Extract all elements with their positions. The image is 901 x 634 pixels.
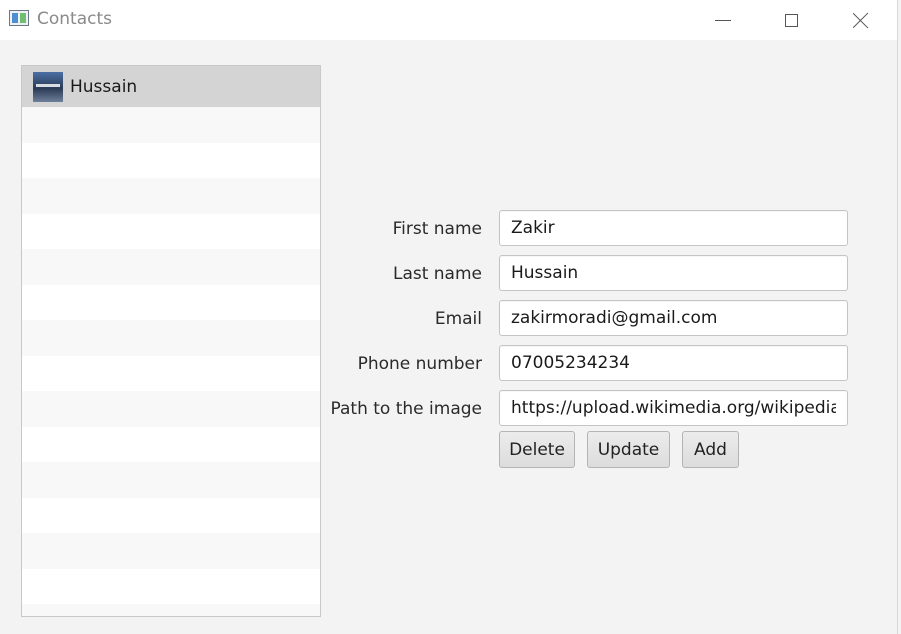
- empty-list-row: [22, 462, 320, 498]
- last-name-field[interactable]: [499, 255, 848, 291]
- empty-list-row: [22, 178, 320, 214]
- contacts-list[interactable]: Hussain: [21, 65, 321, 617]
- contact-name: Hussain: [70, 76, 138, 97]
- update-button[interactable]: Update: [587, 431, 670, 468]
- empty-list-row: [22, 426, 320, 462]
- empty-list-row: [22, 249, 320, 285]
- empty-list-row: [22, 391, 320, 427]
- window-title: Contacts: [37, 9, 112, 29]
- empty-list-row: [22, 284, 320, 320]
- empty-list-row: [22, 355, 320, 391]
- minimize-icon: [715, 19, 731, 21]
- first-name-field[interactable]: [499, 210, 848, 246]
- title-bar[interactable]: Contacts: [0, 0, 897, 40]
- app-icon-pane-right: [20, 13, 26, 23]
- empty-list-row: [22, 142, 320, 178]
- phone-number-label: Phone number: [357, 354, 482, 374]
- phone-number-field[interactable]: [499, 345, 848, 381]
- close-icon: [852, 11, 870, 29]
- maximize-icon: [784, 13, 798, 27]
- delete-button[interactable]: Delete: [499, 431, 575, 468]
- empty-list-row: [22, 533, 320, 569]
- contacts-app-icon: [9, 10, 29, 26]
- empty-list-row: [22, 497, 320, 533]
- empty-list-row: [22, 568, 320, 604]
- app-icon-pane-left: [12, 13, 18, 23]
- close-button[interactable]: [826, 0, 896, 40]
- empty-list-row: [22, 604, 320, 616]
- image-path-field[interactable]: [499, 390, 848, 426]
- email-label: Email: [434, 309, 482, 329]
- contact-photo: [33, 71, 63, 102]
- first-name-label: First name: [392, 219, 482, 239]
- image-path-label: Path to the image: [330, 399, 482, 419]
- email-field[interactable]: [499, 300, 848, 336]
- add-button[interactable]: Add: [682, 431, 739, 468]
- last-name-label: Last name: [392, 264, 482, 284]
- contacts-window: Contacts Hussain First name Las: [0, 0, 898, 634]
- maximize-button[interactable]: [756, 0, 826, 40]
- minimize-button[interactable]: [688, 0, 758, 40]
- empty-list-row: [22, 107, 320, 143]
- contact-list-item[interactable]: Hussain: [22, 66, 320, 107]
- empty-list-row: [22, 213, 320, 249]
- empty-list-row: [22, 320, 320, 356]
